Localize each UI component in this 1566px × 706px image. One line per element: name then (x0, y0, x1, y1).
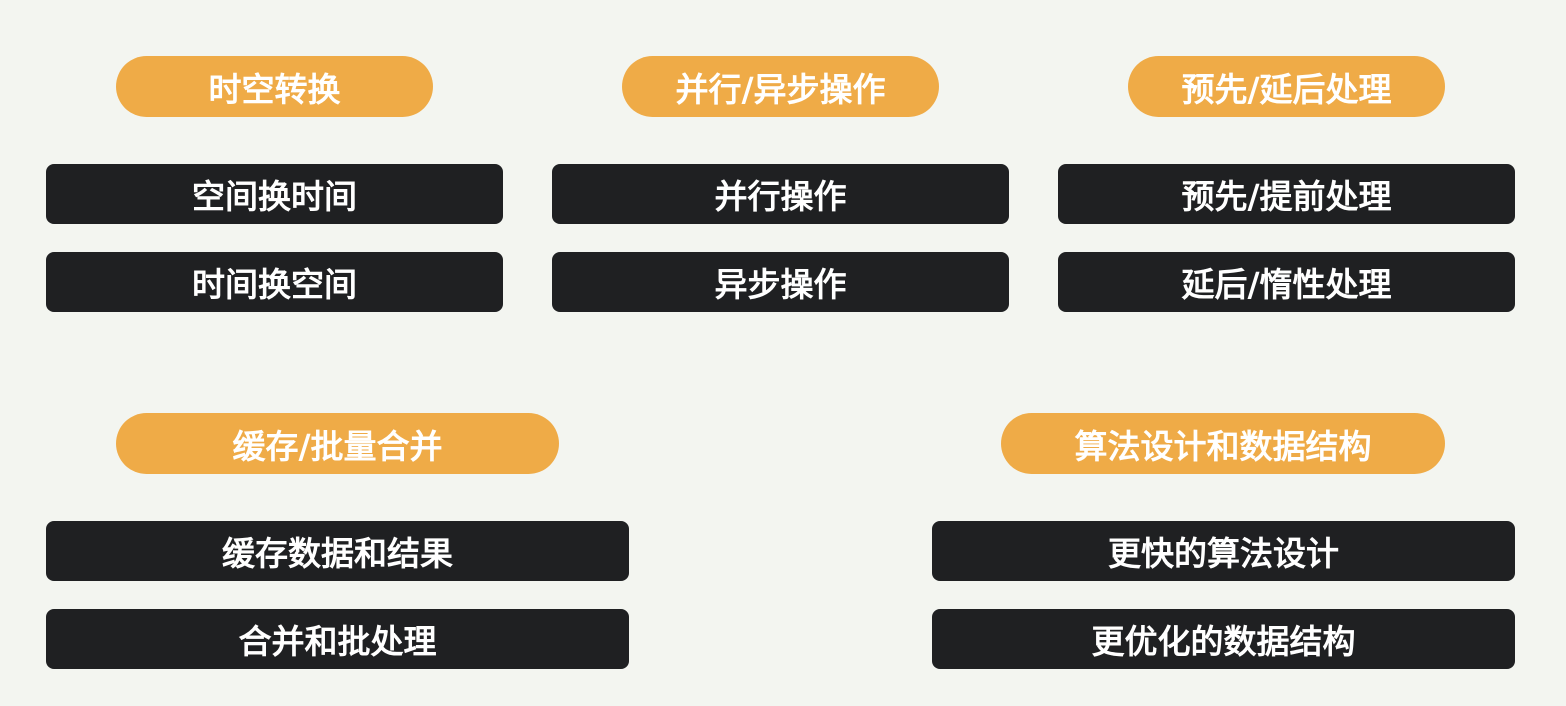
category-time-space: 时空转换 (116, 56, 433, 117)
item-async: 异步操作 (552, 252, 1009, 312)
item-better-data-structure: 更优化的数据结构 (932, 609, 1515, 669)
item-cache-data: 缓存数据和结果 (46, 521, 629, 581)
item-lazy-processing: 延后/惰性处理 (1058, 252, 1515, 312)
category-algorithm-data-structure: 算法设计和数据结构 (1001, 413, 1445, 474)
category-cache-batch: 缓存/批量合并 (116, 413, 559, 474)
item-faster-algorithm: 更快的算法设计 (932, 521, 1515, 581)
item-parallel: 并行操作 (552, 164, 1009, 224)
item-space-for-time: 空间换时间 (46, 164, 503, 224)
category-parallel-async: 并行/异步操作 (622, 56, 939, 117)
item-merge-batch: 合并和批处理 (46, 609, 629, 669)
category-pre-post-processing: 预先/延后处理 (1128, 56, 1445, 117)
item-pre-processing: 预先/提前处理 (1058, 164, 1515, 224)
item-time-for-space: 时间换空间 (46, 252, 503, 312)
